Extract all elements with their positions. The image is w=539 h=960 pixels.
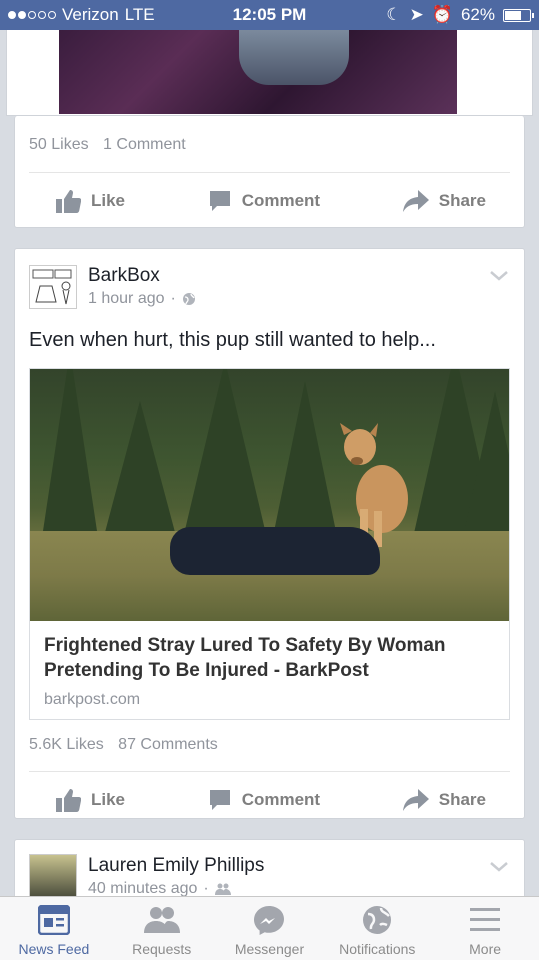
comment-button[interactable]: Comment bbox=[208, 788, 320, 812]
post-author[interactable]: Lauren Emily Phillips bbox=[88, 855, 264, 877]
tab-notifications[interactable]: Notifications bbox=[323, 897, 431, 960]
status-bar: Verizon LTE 12:05 PM ☾ ➤ ⏰ 62% bbox=[0, 0, 539, 30]
news-feed-icon bbox=[37, 905, 70, 935]
feed-post: BarkBox 1 hour ago · Even when hurt, thi… bbox=[14, 248, 525, 819]
chevron-down-icon[interactable] bbox=[490, 271, 508, 281]
comments-count[interactable]: 87 Comments bbox=[118, 736, 218, 753]
messenger-icon bbox=[254, 906, 285, 935]
alarm-icon: ⏰ bbox=[431, 5, 453, 24]
post-author[interactable]: BarkBox bbox=[88, 265, 160, 287]
author-avatar[interactable] bbox=[29, 854, 77, 898]
thumbs-up-icon bbox=[56, 789, 81, 812]
link-image bbox=[30, 369, 509, 621]
battery-percent: 62% bbox=[460, 5, 495, 24]
menu-icon bbox=[470, 908, 501, 931]
share-button[interactable]: Share bbox=[402, 190, 486, 212]
post-text: Even when hurt, this pup still wanted to… bbox=[29, 329, 436, 351]
moon-icon: ☾ bbox=[386, 5, 402, 24]
likes-count[interactable]: 50 Likes bbox=[29, 136, 89, 153]
comment-icon bbox=[209, 191, 230, 211]
author-avatar[interactable] bbox=[29, 265, 77, 309]
chevron-down-icon[interactable] bbox=[490, 862, 508, 872]
globe-icon bbox=[182, 293, 195, 305]
like-button[interactable]: Like bbox=[55, 189, 125, 213]
tab-news-feed[interactable]: News Feed bbox=[0, 897, 108, 960]
location-icon: ➤ bbox=[409, 5, 424, 24]
battery-icon bbox=[503, 8, 534, 22]
likes-count[interactable]: 5.6K Likes bbox=[29, 736, 104, 753]
like-button[interactable]: Like bbox=[55, 788, 125, 812]
share-button[interactable]: Share bbox=[402, 789, 486, 811]
link-preview[interactable]: Frightened Stray Lured To Safety By Woma… bbox=[29, 368, 510, 720]
tab-more[interactable]: More bbox=[431, 897, 539, 960]
link-domain: barkpost.com bbox=[44, 691, 141, 708]
share-arrow-icon bbox=[402, 190, 429, 212]
link-title: Frightened Stray Lured To Safety By Woma… bbox=[44, 635, 446, 681]
globe-icon bbox=[363, 906, 392, 934]
previous-post-footer: 50 Likes 1 Comment Like Comment Share bbox=[14, 116, 525, 228]
tab-bar: News Feed Requests Messenger Notificatio… bbox=[0, 896, 539, 960]
previous-post-image[interactable] bbox=[6, 30, 533, 116]
thumbs-up-icon bbox=[56, 190, 81, 213]
comment-button[interactable]: Comment bbox=[208, 189, 320, 213]
tab-messenger[interactable]: Messenger bbox=[216, 897, 324, 960]
friend-requests-icon bbox=[143, 907, 180, 933]
comments-count[interactable]: 1 Comment bbox=[103, 136, 186, 153]
post-time[interactable]: 1 hour ago bbox=[88, 290, 165, 308]
friends-icon bbox=[214, 883, 231, 895]
share-arrow-icon bbox=[402, 789, 429, 811]
tab-requests[interactable]: Requests bbox=[108, 897, 216, 960]
comment-icon bbox=[209, 790, 230, 810]
